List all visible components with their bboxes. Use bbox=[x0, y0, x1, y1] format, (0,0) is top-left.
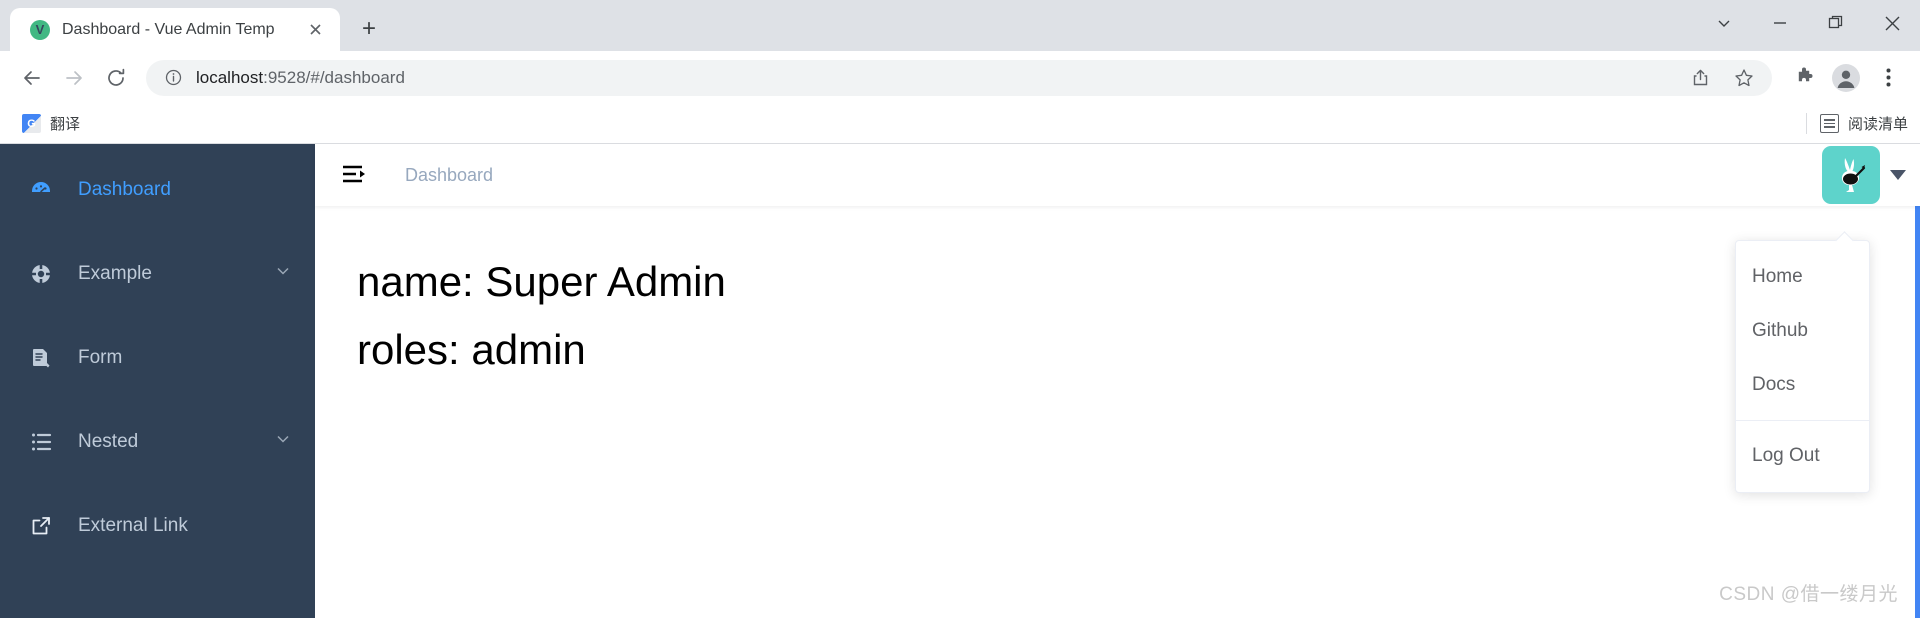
url-text: localhost:9528/#/dashboard bbox=[196, 68, 1680, 88]
site-info-icon[interactable] bbox=[162, 67, 184, 89]
vue-favicon-icon: V bbox=[30, 19, 50, 40]
csdn-watermark: CSDN @借一缕月光 bbox=[1719, 584, 1898, 605]
maximize-icon[interactable] bbox=[1808, 0, 1864, 46]
browser-window: V Dashboard - Vue Admin Temp + localhost… bbox=[0, 0, 1920, 619]
app-navbar: Dashboard bbox=[315, 144, 1920, 206]
google-translate-icon: G bbox=[22, 114, 41, 133]
share-icon[interactable] bbox=[1680, 58, 1720, 98]
sidebar-item-label: Nested bbox=[78, 431, 139, 452]
sidebar-item-label: External Link bbox=[78, 515, 188, 536]
tab-strip: V Dashboard - Vue Admin Temp + bbox=[0, 0, 1920, 51]
reload-button[interactable] bbox=[96, 58, 136, 98]
component-icon bbox=[26, 262, 56, 286]
sidebar-item-external-link[interactable]: External Link bbox=[0, 484, 315, 568]
back-button[interactable] bbox=[12, 58, 52, 98]
reading-list-icon bbox=[1819, 114, 1839, 133]
bookmark-star-icon[interactable] bbox=[1724, 58, 1764, 98]
page-focus-edge bbox=[1915, 144, 1920, 618]
dropdown-item-logout[interactable]: Log Out bbox=[1736, 429, 1869, 483]
reading-list-label: 阅读清单 bbox=[1847, 116, 1908, 133]
dashboard-content: name: Super Admin roles: admin bbox=[315, 206, 1920, 384]
breadcrumb[interactable]: Dashboard bbox=[405, 165, 493, 186]
user-dropdown-menu: Home Github Docs Log Out bbox=[1735, 240, 1870, 493]
external-link-icon bbox=[26, 514, 56, 538]
extensions-puzzle-icon[interactable] bbox=[1784, 58, 1824, 98]
chevron-down-icon bbox=[275, 263, 291, 285]
sidebar-item-nested[interactable]: Nested bbox=[0, 400, 315, 484]
sidebar-item-label: Dashboard bbox=[78, 179, 171, 200]
navbar-right bbox=[1822, 146, 1920, 204]
forward-button[interactable] bbox=[54, 58, 94, 98]
dropdown-item-docs[interactable]: Docs bbox=[1736, 358, 1869, 412]
sidebar-item-example[interactable]: Example bbox=[0, 232, 315, 316]
new-tab-button[interactable]: + bbox=[352, 12, 386, 46]
minimize-icon[interactable] bbox=[1752, 0, 1808, 46]
dropdown-item-github[interactable]: Github bbox=[1736, 304, 1869, 358]
browser-toolbar: localhost:9528/#/dashboard bbox=[0, 51, 1920, 104]
sidebar-item-dashboard[interactable]: Dashboard bbox=[0, 148, 315, 232]
web-page: Dashboard Example Form Nested External L… bbox=[0, 144, 1920, 618]
reading-list-button[interactable]: 阅读清单 bbox=[1805, 104, 1908, 143]
rabbit-avatar-icon[interactable] bbox=[1822, 146, 1880, 204]
collapse-sidebar-icon[interactable] bbox=[337, 157, 373, 193]
browser-tab[interactable]: V Dashboard - Vue Admin Temp bbox=[10, 8, 340, 51]
chrome-menu-icon[interactable] bbox=[1868, 58, 1908, 98]
user-name-line: name: Super Admin bbox=[357, 258, 726, 305]
close-window-icon[interactable] bbox=[1864, 0, 1920, 46]
close-tab-icon[interactable] bbox=[302, 17, 328, 43]
dashboard-gauge-icon bbox=[26, 178, 56, 202]
dropdown-divider bbox=[1736, 420, 1869, 421]
bookmark-label: 翻译 bbox=[50, 116, 81, 133]
form-document-icon bbox=[26, 346, 56, 370]
nested-list-icon bbox=[26, 430, 56, 454]
sidebar-item-form[interactable]: Form bbox=[0, 316, 315, 400]
tab-search-icon[interactable] bbox=[1696, 0, 1752, 46]
url-host: localhost bbox=[196, 67, 264, 87]
url-path: :9528/#/dashboard bbox=[263, 67, 405, 87]
sidebar-item-label: Form bbox=[78, 347, 123, 368]
sidebar-item-label: Example bbox=[78, 263, 152, 284]
main-area: Dashboard name: Super Admin roles: admin… bbox=[315, 144, 1920, 618]
app-sidebar: Dashboard Example Form Nested External L… bbox=[0, 144, 315, 618]
user-roles-line: roles: admin bbox=[357, 326, 586, 374]
window-controls bbox=[1696, 0, 1920, 46]
tab-title: Dashboard - Vue Admin Temp bbox=[62, 20, 275, 38]
address-bar[interactable]: localhost:9528/#/dashboard bbox=[146, 58, 1772, 98]
caret-down-icon[interactable] bbox=[1890, 170, 1906, 180]
profile-avatar-icon[interactable] bbox=[1826, 58, 1866, 98]
bookmarks-bar: G 翻译 阅读清单 bbox=[0, 104, 1920, 144]
bookmark-item-translate[interactable]: G 翻译 bbox=[14, 110, 88, 137]
dropdown-item-home[interactable]: Home bbox=[1736, 250, 1869, 304]
chevron-down-icon bbox=[275, 431, 291, 453]
